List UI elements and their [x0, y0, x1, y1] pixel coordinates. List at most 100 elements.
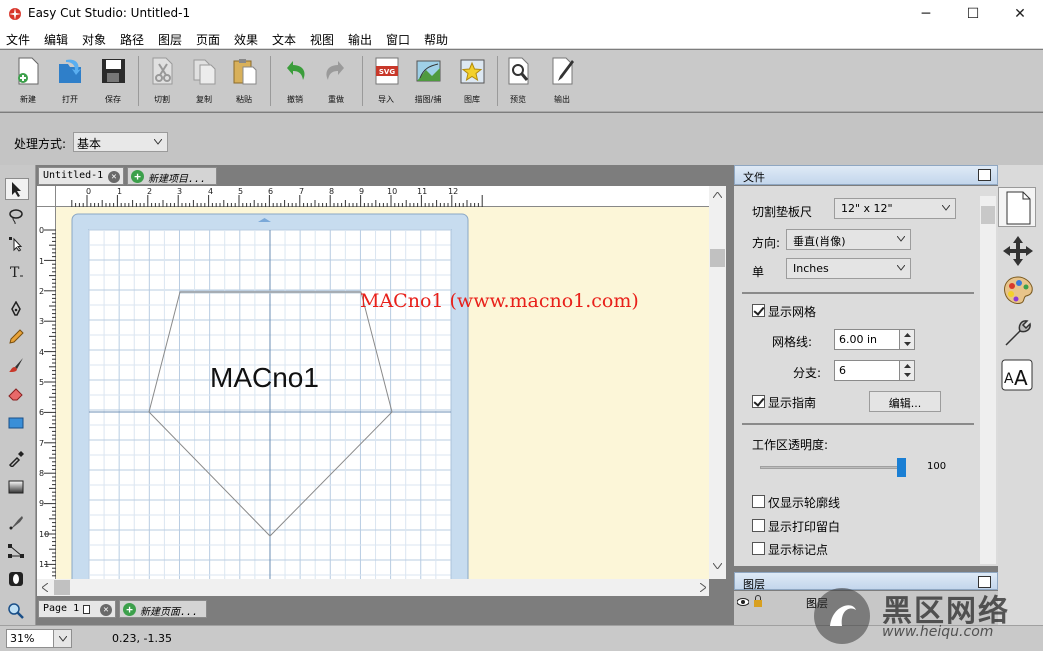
panel-scrollbar[interactable] — [980, 196, 996, 564]
import-button[interactable]: SVG 导入 — [368, 56, 404, 108]
show-marks-checkbox[interactable] — [752, 542, 765, 555]
horizontal-scroll-thumb[interactable] — [54, 580, 70, 595]
canvas-text-object[interactable]: MACno1 — [210, 362, 319, 394]
pencil-tool[interactable] — [5, 327, 29, 349]
close-page-icon[interactable]: ✕ — [100, 604, 112, 616]
branch-stepper[interactable] — [899, 361, 914, 380]
preview-button[interactable]: 预览 — [500, 56, 536, 108]
shape-tool[interactable] — [5, 413, 29, 435]
main-toolbar: 新建 打开 保存 切割 复制 粘贴 撤销 重做 SVG 导入 描图/捕 图库 预… — [0, 50, 1043, 112]
new-project-tab[interactable]: + 新建项目... — [127, 167, 217, 185]
lasso-tool[interactable] — [5, 206, 29, 228]
grid-line-stepper[interactable] — [899, 330, 914, 349]
expand-panel-icon[interactable] — [978, 169, 991, 181]
design-canvas[interactable]: MACno1 — [37, 186, 709, 579]
menu-window[interactable]: 窗口 — [386, 31, 410, 48]
select-tool[interactable] — [5, 178, 29, 200]
vertical-scroll-thumb[interactable] — [710, 249, 725, 267]
open-label: 打开 — [62, 95, 78, 104]
show-grid-checkbox[interactable] — [752, 304, 765, 317]
menu-help[interactable]: 帮助 — [424, 31, 448, 48]
zoom-tool[interactable] — [5, 601, 29, 623]
tab-tools-panel[interactable] — [998, 313, 1036, 353]
plus-icon: + — [131, 170, 144, 183]
tab-file-panel[interactable] — [998, 187, 1036, 227]
menu-path[interactable]: 路径 — [120, 31, 144, 48]
grid-line-input[interactable]: 6.00 in — [834, 329, 915, 350]
trace-button[interactable]: 描图/捕 — [410, 56, 446, 108]
new-button[interactable]: 新建 — [10, 56, 46, 108]
save-button[interactable]: 保存 — [95, 56, 131, 108]
text-tool[interactable]: T — [5, 262, 29, 284]
menu-edit[interactable]: 编辑 — [44, 31, 68, 48]
new-page-tab[interactable]: + 新建页面... — [119, 600, 207, 618]
menu-output[interactable]: 输出 — [348, 31, 372, 48]
v-tick: 5 — [39, 378, 45, 387]
lock-icon[interactable] — [753, 595, 763, 607]
process-mode-select[interactable]: 基本 — [73, 132, 168, 152]
panel-scroll-thumb[interactable] — [981, 206, 995, 224]
menu-text[interactable]: 文本 — [272, 31, 296, 48]
orientation-select[interactable]: 垂直(肖像) — [786, 229, 911, 250]
show-guides-checkbox[interactable] — [752, 395, 765, 408]
tab-text-panel[interactable]: AA — [998, 355, 1036, 395]
tab-page-1[interactable]: Page 1 ✕ — [38, 600, 116, 618]
eraser-tool[interactable] — [5, 383, 29, 405]
pen-tool[interactable] — [5, 299, 29, 321]
edit-guides-button[interactable]: 编辑... — [869, 391, 941, 412]
connect-tool[interactable] — [5, 541, 29, 563]
scroll-up-icon[interactable] — [713, 192, 722, 198]
scroll-right-icon[interactable] — [700, 583, 706, 592]
stepper-arrows-icon — [904, 333, 911, 346]
outline-only-checkbox[interactable] — [752, 495, 765, 508]
library-button[interactable]: 图库 — [454, 56, 490, 108]
open-button[interactable]: 打开 — [52, 56, 88, 108]
menu-view[interactable]: 视图 — [310, 31, 334, 48]
output-button[interactable]: 输出 — [544, 56, 580, 108]
paste-button[interactable]: 粘贴 — [226, 56, 262, 108]
weld-tool[interactable] — [5, 569, 29, 591]
brush-tool[interactable] — [5, 355, 29, 377]
text-t-icon: T — [10, 265, 23, 280]
minimize-button[interactable]: ─ — [903, 0, 949, 29]
unit-select[interactable]: Inches — [786, 258, 911, 279]
eye-visibility-icon[interactable] — [737, 598, 749, 606]
opacity-slider-thumb[interactable] — [897, 458, 906, 477]
undo-button[interactable]: 撤销 — [277, 56, 313, 108]
cut-button[interactable]: 切割 — [144, 56, 180, 108]
tab-color-panel[interactable] — [998, 271, 1036, 311]
vertical-scrollbar[interactable] — [709, 186, 726, 579]
plus-icon: + — [123, 603, 136, 616]
eyedropper-tool[interactable] — [5, 449, 29, 471]
menu-file[interactable]: 文件 — [6, 31, 30, 48]
redo-button[interactable]: 重做 — [318, 56, 354, 108]
close-button[interactable]: ✕ — [997, 0, 1043, 29]
copy-button[interactable]: 复制 — [186, 56, 222, 108]
menu-object[interactable]: 对象 — [82, 31, 106, 48]
tab-untitled-1[interactable]: Untitled-1 ✕ — [38, 167, 124, 185]
maximize-button[interactable]: ☐ — [950, 0, 996, 29]
undo-arrow-icon — [287, 61, 305, 80]
zoom-select[interactable]: 31% — [6, 629, 72, 648]
zoom-dropdown[interactable] — [53, 630, 71, 647]
cut-label: 切割 — [154, 95, 170, 104]
mat-size-select[interactable]: 12" x 12" — [834, 198, 956, 219]
node-edit-tool[interactable] — [5, 234, 29, 256]
menu-effect[interactable]: 效果 — [234, 31, 258, 48]
menu-layer[interactable]: 图层 — [158, 31, 182, 48]
menu-page[interactable]: 页面 — [196, 31, 220, 48]
horizontal-scrollbar[interactable] — [37, 579, 709, 596]
color-palette-icon — [1004, 276, 1033, 304]
scroll-left-icon[interactable] — [42, 583, 48, 592]
knife-tool[interactable] — [5, 513, 29, 535]
print-margin-label: 显示打印留白 — [768, 520, 841, 534]
scroll-down-icon[interactable] — [713, 563, 722, 569]
tab-transform-panel[interactable] — [998, 231, 1036, 271]
h-tick: 8 — [329, 187, 335, 196]
opacity-slider-track[interactable] — [760, 466, 906, 469]
zoom-value: 31% — [10, 632, 35, 645]
print-margin-checkbox[interactable] — [752, 519, 765, 532]
close-tab-icon[interactable]: ✕ — [108, 171, 120, 183]
branch-input[interactable]: 6 — [834, 360, 915, 381]
gradient-tool[interactable] — [5, 477, 29, 499]
